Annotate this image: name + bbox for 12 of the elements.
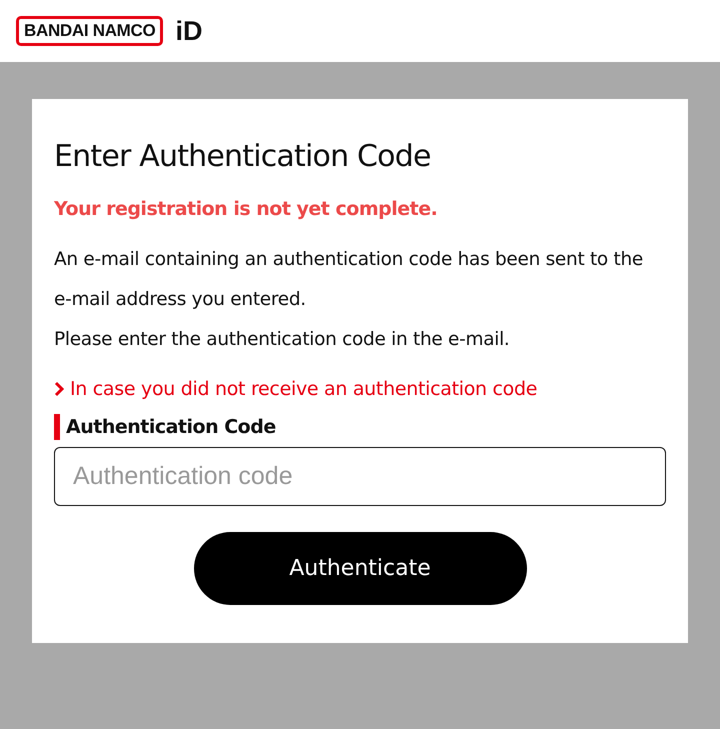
logo-suffix: iD [175,16,202,46]
label-marker [54,414,60,440]
help-link[interactable]: In case you did not receive an authentication code [70,378,538,400]
field-label: Authentication Code [66,416,276,438]
body-text: Please enter the authentication code in the e-mail. [54,328,511,352]
page-title: Enter Authentication Code [54,139,432,174]
body-text: An e-mail containing an authentication code has been sent to the e-mail address you entered. [54,248,644,312]
input-field[interactable]: Authentication code [54,447,666,506]
alert-message: Your registration is not yet complete. [54,198,438,220]
authenticate-button[interactable]: Authenticate [194,532,526,605]
chevron-icon [54,381,64,397]
brand-logo: BANDAI NAMCO [16,16,164,46]
